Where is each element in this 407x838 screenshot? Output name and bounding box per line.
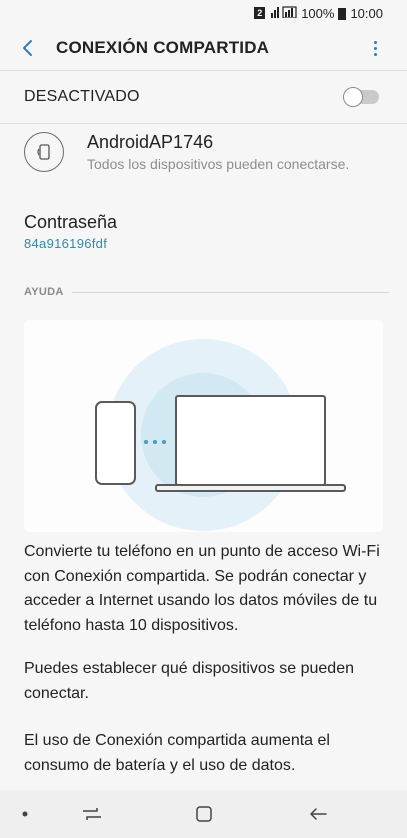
help-paragraph-2: Puedes establecer qué dispositivos se pu… <box>24 660 354 702</box>
phone-icon <box>95 401 136 485</box>
dot-icon <box>153 440 157 444</box>
password-label: Contraseña <box>24 212 118 232</box>
battery-percent: 100% <box>301 5 335 21</box>
sim-slot-icon: 2 <box>254 7 266 19</box>
navigation-bar <box>0 790 407 838</box>
dot-icon <box>144 440 148 444</box>
nav-dot-icon <box>18 790 32 838</box>
password-value: 84a916196fdf <box>24 236 108 251</box>
more-vertical-icon <box>373 39 377 57</box>
help-section-header: AYUDA <box>24 285 389 299</box>
battery-icon <box>338 8 347 20</box>
toggle-label: DESACTIVADO <box>24 88 140 105</box>
status-bar: 2 100% 10:00 <box>0 0 407 26</box>
more-options-button[interactable] <box>357 26 393 70</box>
hotspot-toggle-row[interactable]: DESACTIVADO <box>0 71 407 123</box>
recent-apps-button[interactable] <box>72 790 112 838</box>
password-row[interactable]: Contraseña 84a916196fdf <box>24 212 117 251</box>
back-button[interactable] <box>0 26 56 70</box>
page-title: CONEXIÓN COMPARTIDA <box>56 38 270 57</box>
hotspot-illustration <box>24 320 383 532</box>
network-subtitle: Todos los dispositivos pueden conectarse… <box>87 156 350 172</box>
home-icon <box>196 806 212 822</box>
home-button[interactable] <box>184 790 224 838</box>
signal-icon <box>271 5 297 21</box>
clock: 10:00 <box>350 5 383 21</box>
help-paragraph-1: Convierte tu teléfono en un punto de acc… <box>24 543 380 634</box>
help-paragraph-3: El uso de Conexión compartida aumenta el… <box>24 732 330 774</box>
network-name: AndroidAP1746 <box>87 132 214 152</box>
app-bar: CONEXIÓN COMPARTIDA <box>0 26 407 70</box>
divider <box>71 291 389 293</box>
laptop-icon <box>175 395 326 486</box>
chevron-left-icon <box>23 40 32 56</box>
recent-apps-icon <box>83 808 101 820</box>
hotspot-device-icon <box>24 132 64 172</box>
help-title: AYUDA <box>24 286 64 298</box>
back-arrow-icon <box>310 808 327 820</box>
network-name-row[interactable]: AndroidAP1746 Todos los dispositivos pue… <box>0 124 407 184</box>
nav-back-button[interactable] <box>298 790 338 838</box>
hotspot-switch[interactable] <box>343 87 381 107</box>
dot-icon <box>162 440 166 444</box>
